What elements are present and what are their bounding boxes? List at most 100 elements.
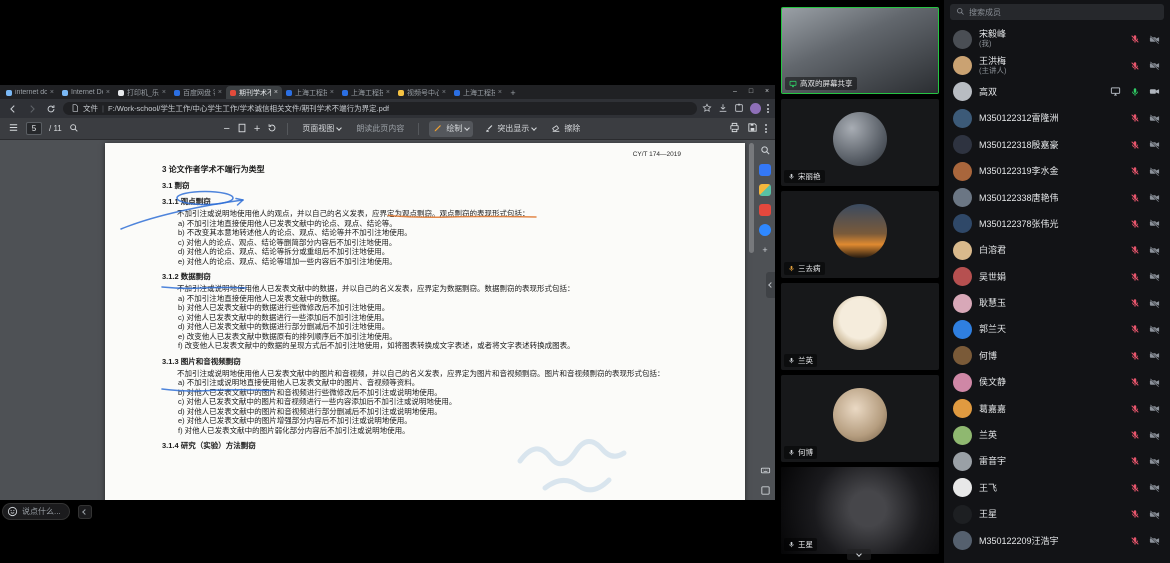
mic-muted-icon[interactable] [1130,377,1140,387]
tab-close-icon[interactable]: × [330,89,334,96]
chat-input[interactable]: 说点什么... [2,503,70,520]
camera-off-icon[interactable] [1149,139,1160,150]
browser-tab[interactable]: Internet Dow... × [58,86,114,99]
browser-tab[interactable]: internet down × [2,86,58,99]
browser-tab[interactable]: 百度网盘 客户... × [170,86,226,99]
member-row[interactable]: 王洪梅 (主讲人) [944,52,1170,78]
camera-icon[interactable] [1149,86,1160,97]
mic-muted-icon[interactable] [1130,245,1140,255]
mic-muted-icon[interactable] [1130,456,1140,466]
favorites-extension-icon[interactable] [759,204,771,216]
video-tile[interactable]: 三去病 [781,191,939,278]
browser-tab[interactable]: 上海工程技术... × [338,86,394,99]
new-tab-button[interactable]: + [506,86,520,99]
member-row[interactable]: M350122338唐艳伟 [944,184,1170,210]
emoji-icon[interactable] [6,506,18,518]
mic-on-icon[interactable] [1130,87,1140,97]
minimize-button[interactable]: – [727,85,743,98]
member-list[interactable]: 宋毅峰 (我) [944,26,1170,563]
camera-off-icon[interactable] [1149,377,1160,388]
video-tile[interactable]: 高双的屏幕共享 [781,7,939,94]
page-number-input[interactable] [26,122,42,135]
member-row[interactable]: 宋毅峰 (我) [944,26,1170,52]
member-row[interactable]: 王飞 [944,475,1170,501]
browser-menu-icon[interactable] [767,104,769,113]
erase-tool-button[interactable]: 擦除 [547,121,584,137]
bookmark-star-icon[interactable] [702,100,712,118]
refresh-button[interactable] [44,102,58,116]
assistant-extension-icon[interactable] [759,224,771,236]
address-bar[interactable]: 文件 | F:/Work-school/学生工作/中心学生工作/学术诚信相关文件… [63,102,697,115]
keyboard-icon[interactable] [759,464,771,476]
camera-off-icon[interactable] [1149,456,1160,467]
tab-close-icon[interactable]: × [386,89,390,96]
video-tile[interactable]: 兰英 [781,283,939,370]
member-row[interactable]: M350122319李水金 [944,158,1170,184]
capture-icon[interactable] [759,484,771,496]
member-row[interactable]: M350122209汪浩宇 [944,527,1170,553]
mic-muted-icon[interactable] [1130,272,1140,282]
print-icon[interactable] [729,122,740,135]
member-row[interactable]: 耿慧玉 [944,290,1170,316]
member-row[interactable]: 高双 [944,79,1170,105]
zoom-out-button[interactable]: − [223,124,229,134]
camera-off-icon[interactable] [1149,509,1160,520]
add-panel-icon[interactable]: + [759,244,771,256]
member-row[interactable]: 兰英 [944,422,1170,448]
member-row[interactable]: 吴世娟 [944,264,1170,290]
mic-muted-icon[interactable] [1130,140,1140,150]
mic-muted-icon[interactable] [1130,193,1140,203]
mic-muted-icon[interactable] [1130,351,1140,361]
camera-off-icon[interactable] [1149,113,1160,124]
member-row[interactable]: M350122318殷嘉豪 [944,132,1170,158]
camera-off-icon[interactable] [1149,245,1160,256]
member-row[interactable]: 雷音宇 [944,448,1170,474]
pdf-viewer[interactable]: CY/T 174—2019 3 论文作者学术不端行为类型 3.1 剽窃 3.1.… [0,140,775,500]
browser-tab[interactable]: 上海工程技术... × [282,86,338,99]
camera-off-icon[interactable] [1149,218,1160,229]
member-search-input[interactable] [969,8,1158,17]
save-icon[interactable] [747,122,758,135]
palette-extension-icon[interactable] [759,184,771,196]
member-row[interactable]: M350122312雷隆洲 [944,105,1170,131]
mic-muted-icon[interactable] [1130,166,1140,176]
video-tile[interactable]: 王星 [781,467,939,554]
maximize-button[interactable]: □ [743,85,759,98]
toc-icon[interactable] [8,122,19,135]
browser-tab[interactable]: 视频号中心 × [394,86,450,99]
mic-muted-icon[interactable] [1130,483,1140,493]
read-aloud-button[interactable]: 朗读此页内容 [352,121,408,136]
member-row[interactable]: 葛嘉嘉 [944,395,1170,421]
browser-tab[interactable]: 上海工程技术... × [450,86,506,99]
tab-close-icon[interactable]: × [50,89,54,96]
fit-page-icon[interactable] [237,123,247,135]
member-row[interactable]: 郭兰天 [944,316,1170,342]
camera-off-icon[interactable] [1149,350,1160,361]
camera-off-icon[interactable] [1149,535,1160,546]
camera-off-icon[interactable] [1149,166,1160,177]
tab-close-icon[interactable]: × [442,89,446,96]
camera-off-icon[interactable] [1149,34,1160,45]
zoom-in-button[interactable]: + [254,124,260,134]
download-icon[interactable] [718,100,728,118]
chat-collapse-button[interactable] [78,505,92,519]
tab-close-icon[interactable]: × [162,89,166,96]
back-button[interactable] [6,102,20,116]
member-row[interactable]: 侯文静 [944,369,1170,395]
mic-muted-icon[interactable] [1130,430,1140,440]
camera-off-icon[interactable] [1149,403,1160,414]
rotate-icon[interactable] [267,123,277,135]
scroll-more-button[interactable] [847,549,871,560]
pdf-search-icon[interactable] [69,123,79,135]
pdf-more-icon[interactable] [765,124,767,133]
forward-button[interactable] [25,102,39,116]
camera-off-icon[interactable] [1149,298,1160,309]
view-mode-dropdown[interactable]: 页面视图 [298,121,345,136]
tab-close-icon[interactable]: × [274,89,278,96]
camera-off-icon[interactable] [1149,60,1160,71]
mic-muted-icon[interactable] [1130,113,1140,123]
notes-extension-icon[interactable] [759,164,771,176]
close-button[interactable]: × [759,85,775,98]
mic-muted-icon[interactable] [1130,324,1140,334]
camera-off-icon[interactable] [1149,271,1160,282]
